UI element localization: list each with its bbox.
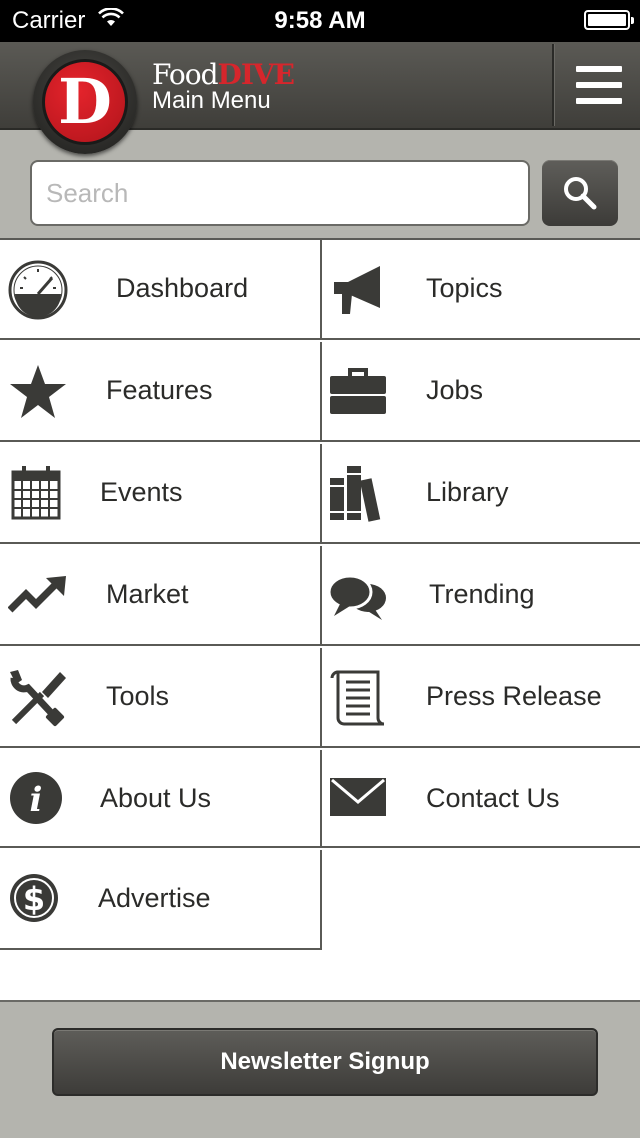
fooddive-logo[interactable]: D <box>33 50 137 154</box>
hamburger-menu-button[interactable] <box>552 44 640 126</box>
star-icon <box>10 365 66 418</box>
menu-item-dashboard[interactable]: Dashboard <box>0 240 322 340</box>
info-icon: i <box>10 772 62 824</box>
menu-label-press-release: Press Release <box>426 681 602 711</box>
menu-item-features[interactable]: Features <box>0 342 322 442</box>
svg-text:i: i <box>30 780 43 820</box>
tools-icon <box>10 670 66 727</box>
menu-item-market[interactable]: Market <box>0 546 322 646</box>
search-input[interactable] <box>30 160 530 226</box>
menu-label-dashboard: Dashboard <box>116 273 249 303</box>
logo-letter: D <box>42 59 128 145</box>
scroll-icon <box>330 670 385 726</box>
menu-label-contact-us: Contact Us <box>426 783 560 813</box>
menu-label-about-us: About Us <box>100 783 212 813</box>
menu-item-topics[interactable]: Topics <box>322 240 640 340</box>
svg-text:$: $ <box>23 880 45 918</box>
briefcase-icon <box>330 368 386 414</box>
megaphone-icon <box>334 266 380 314</box>
menu-item-events[interactable]: Events <box>0 444 322 544</box>
hamburger-icon <box>576 98 622 104</box>
page-subtitle: Main Menu <box>152 87 271 114</box>
menu-label-library: Library <box>426 477 509 507</box>
books-icon <box>330 466 381 522</box>
search-button[interactable] <box>542 160 618 226</box>
trend-arrow-icon <box>8 576 66 613</box>
menu-label-events: Events <box>100 477 183 507</box>
menu-label-features: Features <box>106 375 213 405</box>
battery-icon <box>584 10 634 30</box>
status-bar: Carrier 9:58 AM <box>0 0 640 42</box>
menu-label-market: Market <box>106 579 189 609</box>
menu-item-contact-us[interactable]: Contact Us <box>322 750 640 848</box>
gauge-icon <box>8 260 68 320</box>
hamburger-icon <box>576 66 622 72</box>
menu-label-tools: Tools <box>106 681 170 711</box>
menu-label-advertise: Advertise <box>98 883 211 913</box>
menu-label-jobs: Jobs <box>426 375 484 405</box>
menu-item-advertise[interactable]: $ Advertise <box>0 850 322 950</box>
menu-item-trending[interactable]: Trending <box>322 546 640 646</box>
menu-item-tools[interactable]: Tools <box>0 648 322 748</box>
footer-bar: Newsletter Signup <box>0 1000 640 1138</box>
menu-label-topics: Topics <box>426 273 503 303</box>
clock: 9:58 AM <box>274 7 366 34</box>
envelope-icon <box>330 778 386 816</box>
brand-title: FoodDIVE Main Menu <box>152 58 295 115</box>
menu-label-trending: Trending <box>429 579 535 609</box>
dollar-icon: $ <box>10 874 58 922</box>
speech-bubbles-icon <box>328 574 386 620</box>
hamburger-icon <box>576 82 622 88</box>
menu-item-about-us[interactable]: i About Us <box>0 750 322 848</box>
menu-item-press-release[interactable]: Press Release <box>322 648 640 748</box>
calendar-icon <box>11 466 61 520</box>
menu-item-library[interactable]: Library <box>322 444 640 544</box>
search-icon <box>564 177 597 210</box>
newsletter-signup-button[interactable]: Newsletter Signup <box>52 1028 598 1096</box>
menu-item-jobs[interactable]: Jobs <box>322 342 640 442</box>
